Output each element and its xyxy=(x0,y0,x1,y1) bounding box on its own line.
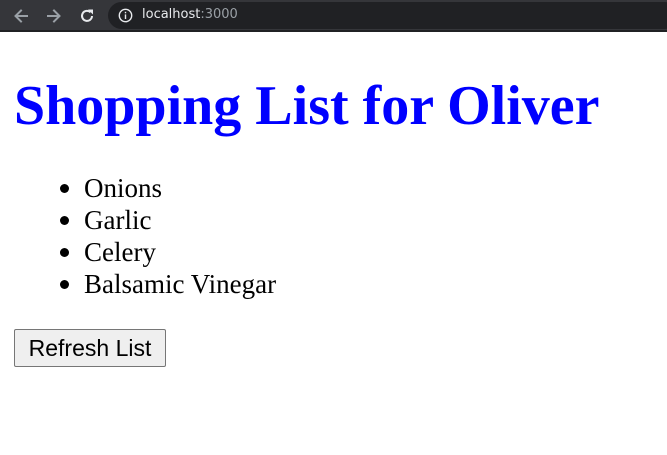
shopping-list: Onions Garlic Celery Balsamic Vinegar xyxy=(60,172,277,300)
list-item-label: Celery xyxy=(84,237,156,267)
bullet-icon xyxy=(60,248,69,257)
arrow-right-icon xyxy=(47,9,61,23)
bullet-icon xyxy=(60,280,69,289)
url-host: localhost xyxy=(142,7,201,22)
reload-button[interactable] xyxy=(75,4,99,28)
url-port: :3000 xyxy=(200,7,238,22)
list-item-label: Garlic xyxy=(84,205,152,235)
refresh-list-button[interactable]: Refresh List xyxy=(14,329,166,367)
back-button[interactable] xyxy=(9,4,33,28)
bullet-icon xyxy=(60,216,69,225)
url-text[interactable]: localhost:3000 xyxy=(142,7,238,23)
list-item-label: Balsamic Vinegar xyxy=(84,269,277,299)
page-title: Shopping List for Oliver xyxy=(14,75,600,137)
reload-icon xyxy=(81,9,93,22)
list-item: Celery xyxy=(60,236,276,268)
page-content: Shopping List for Oliver Onions Garlic C… xyxy=(0,34,667,455)
list-item: Garlic xyxy=(60,204,276,236)
address-bar[interactable]: localhost:3000 xyxy=(108,2,667,29)
browser-toolbar: localhost:3000 xyxy=(0,0,667,32)
info-icon[interactable] xyxy=(118,8,133,23)
bullet-icon xyxy=(60,184,69,193)
forward-button[interactable] xyxy=(42,4,66,28)
list-item-label: Onions xyxy=(84,173,163,203)
list-item: Balsamic Vinegar xyxy=(60,268,277,300)
arrow-left-icon xyxy=(14,9,28,23)
list-item: Onions xyxy=(60,172,276,204)
